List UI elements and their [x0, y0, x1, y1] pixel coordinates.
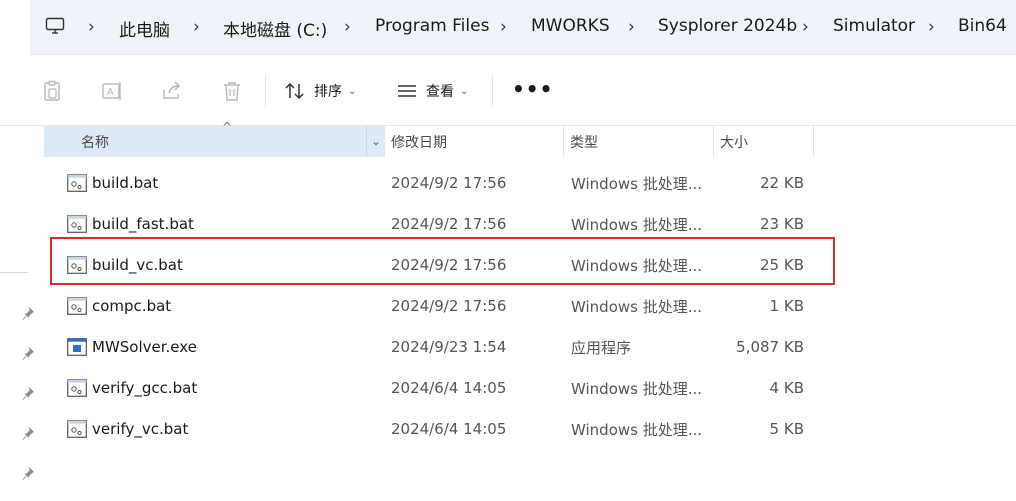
column-separator[interactable] — [813, 126, 814, 157]
navigation-pane — [0, 126, 44, 501]
file-size: 23 KB — [760, 215, 804, 233]
column-date-label: 修改日期 — [391, 134, 447, 151]
file-name: MWSolver.exe — [92, 338, 197, 356]
batch-file-icon — [67, 215, 87, 233]
view-list-icon — [398, 85, 416, 97]
batch-file-icon — [67, 174, 87, 192]
toolbar-separator — [265, 75, 266, 107]
file-date: 2024/6/4 14:05 — [391, 420, 507, 438]
file-name: verify_gcc.bat — [92, 379, 198, 397]
file-size: 4 KB — [769, 379, 804, 397]
batch-file-icon — [67, 256, 87, 274]
file-date: 2024/9/2 17:56 — [391, 215, 507, 233]
chevron-right-icon[interactable]: › — [193, 17, 200, 37]
file-size: 5,087 KB — [736, 338, 804, 356]
breadcrumb-bin64[interactable]: Bin64 — [958, 16, 1007, 36]
chevron-right-icon[interactable]: › — [928, 17, 935, 37]
column-size-label: 大小 — [720, 134, 748, 151]
file-name: build_vc.bat — [92, 256, 183, 274]
column-type-label: 类型 — [570, 134, 598, 151]
pin-icon[interactable] — [21, 346, 35, 360]
file-row[interactable]: verify_gcc.bat 2024/6/4 14:05 Windows 批处… — [44, 368, 824, 408]
file-type: Windows 批处理... — [571, 420, 703, 439]
file-row[interactable]: build_vc.bat 2024/9/2 17:56 Windows 批处理.… — [44, 245, 824, 285]
chevron-down-icon: ⌄ — [348, 85, 357, 97]
column-header-row: 名称 ^ ⌄ 修改日期 类型 大小 — [44, 120, 814, 157]
exe-file-icon — [67, 338, 87, 356]
batch-file-icon — [67, 297, 87, 315]
chevron-right-icon[interactable]: › — [344, 17, 351, 37]
rename-icon[interactable]: A — [100, 79, 124, 103]
chevron-right-icon[interactable]: › — [88, 17, 95, 37]
sort-icon — [285, 82, 304, 100]
column-header-date[interactable]: 修改日期 — [385, 126, 563, 157]
chevron-right-icon[interactable]: › — [628, 17, 635, 37]
file-row[interactable]: MWSolver.exe 2024/9/23 1:54 应用程序 5,087 K… — [44, 327, 824, 367]
file-date: 2024/6/4 14:05 — [391, 379, 507, 397]
svg-text:A: A — [107, 87, 114, 98]
file-date: 2024/9/2 17:56 — [391, 174, 507, 192]
file-size: 1 KB — [769, 297, 804, 315]
column-header-type[interactable]: 类型 — [564, 126, 713, 157]
file-size: 25 KB — [760, 256, 804, 274]
file-type: Windows 批处理... — [571, 256, 703, 275]
breadcrumb-local-disk[interactable]: 本地磁盘 (C:) — [223, 16, 327, 41]
file-size: 22 KB — [760, 174, 804, 192]
batch-file-icon — [67, 379, 87, 397]
file-type: Windows 批处理... — [571, 174, 703, 193]
file-name: build.bat — [92, 174, 159, 192]
paste-icon[interactable] — [40, 79, 64, 103]
more-options-button[interactable]: ••• — [512, 77, 553, 101]
column-name-dropdown[interactable]: ⌄ — [366, 126, 385, 157]
file-date: 2024/9/2 17:56 — [391, 256, 507, 274]
breadcrumb-program-files[interactable]: Program Files — [375, 16, 489, 36]
file-type: Windows 批处理... — [571, 297, 703, 316]
column-header-name[interactable]: 名称 ^ — [44, 120, 384, 157]
share-icon[interactable] — [160, 79, 184, 103]
sort-label: 排序 — [314, 84, 342, 100]
column-header-size[interactable]: 大小 — [714, 126, 813, 157]
file-size: 5 KB — [769, 420, 804, 438]
file-row[interactable]: build_fast.bat 2024/9/2 17:56 Windows 批处… — [44, 204, 824, 244]
pin-icon[interactable] — [21, 386, 35, 400]
pin-icon[interactable] — [21, 466, 35, 480]
view-button[interactable]: 查看 ⌄ — [396, 79, 468, 103]
view-label: 查看 — [426, 84, 454, 100]
address-bar[interactable]: › 此电脑 › 本地磁盘 (C:) › Program Files › MWOR… — [30, 0, 1016, 55]
pane-divider — [0, 272, 28, 273]
breadcrumb-this-pc[interactable]: 此电脑 — [119, 16, 170, 41]
batch-file-icon — [67, 420, 87, 438]
pin-icon[interactable] — [21, 426, 35, 440]
file-type: 应用程序 — [571, 338, 632, 357]
file-name: verify_vc.bat — [92, 420, 189, 438]
breadcrumb-sysplorer[interactable]: Sysplorer 2024b — [658, 16, 797, 36]
breadcrumb-simulator[interactable]: Simulator — [833, 16, 915, 36]
pin-icon[interactable] — [21, 306, 35, 320]
file-row[interactable]: compc.bat 2024/9/2 17:56 Windows 批处理... … — [44, 286, 824, 326]
file-date: 2024/9/23 1:54 — [391, 338, 507, 356]
chevron-right-icon[interactable]: › — [802, 17, 809, 37]
file-type: Windows 批处理... — [571, 215, 703, 234]
chevron-right-icon[interactable]: › — [500, 17, 507, 37]
this-pc-icon[interactable] — [45, 16, 65, 36]
toolbar-separator — [492, 75, 493, 107]
file-type: Windows 批处理... — [571, 379, 703, 398]
file-name: build_fast.bat — [92, 215, 194, 233]
file-date: 2024/9/2 17:56 — [391, 297, 507, 315]
file-row[interactable]: verify_vc.bat 2024/6/4 14:05 Windows 批处理… — [44, 409, 824, 449]
chevron-down-icon: ⌄ — [371, 135, 381, 148]
breadcrumb-mworks[interactable]: MWORKS — [531, 16, 610, 36]
command-bar: A 排序 ⌄ 查看 ⌄ ••• — [0, 55, 1016, 126]
column-name-label: 名称 — [81, 134, 109, 151]
file-row[interactable]: build.bat 2024/9/2 17:56 Windows 批处理... … — [44, 163, 824, 203]
delete-icon[interactable] — [220, 79, 244, 103]
chevron-down-icon: ⌄ — [460, 85, 469, 97]
file-name: compc.bat — [92, 297, 172, 315]
sort-ascending-icon: ^ — [222, 120, 233, 134]
sort-button[interactable]: 排序 ⌄ — [284, 79, 356, 103]
